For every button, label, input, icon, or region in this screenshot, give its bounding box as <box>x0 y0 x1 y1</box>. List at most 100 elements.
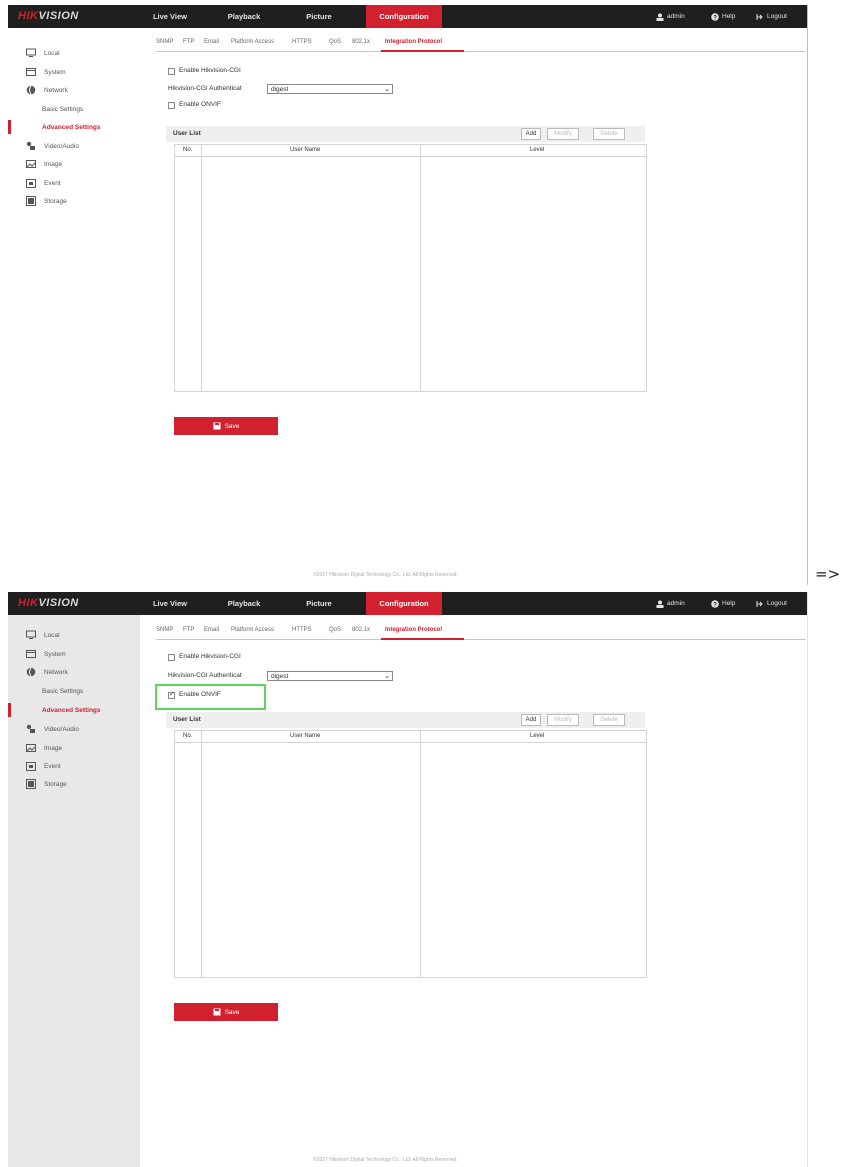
enable-cgi-checkbox[interactable] <box>168 654 175 661</box>
cgi-auth-select[interactable]: digest ⌄ <box>267 84 393 94</box>
column-user-name: User Name <box>290 733 321 739</box>
brand-logo: HIKVISION <box>18 597 79 609</box>
tab-email[interactable]: Email <box>204 39 219 45</box>
sidebar-item-network[interactable]: Network <box>8 665 140 679</box>
sidebar-item-advanced-settings[interactable]: Advanced Settings <box>8 120 140 134</box>
help-link[interactable]: ? Help <box>711 5 735 28</box>
sidebar-item-video-audio[interactable]: Video/Audio <box>8 139 140 153</box>
svg-text:?: ? <box>713 15 717 21</box>
video-audio-icon <box>26 141 35 150</box>
nav-playback[interactable]: Playback <box>222 592 266 615</box>
system-icon <box>26 68 36 76</box>
user-list-header: User List Add Modify Delete <box>166 126 645 142</box>
storage-icon <box>26 196 36 206</box>
sidebar-item-system[interactable]: System <box>8 65 140 79</box>
enable-onvif-checkbox[interactable] <box>168 690 175 699</box>
help-link[interactable]: ? Help <box>711 592 735 615</box>
enable-cgi-label: Enable Hikvision-CGI <box>179 653 241 660</box>
enable-cgi-checkbox[interactable] <box>168 68 175 75</box>
logout-link[interactable]: Logout <box>756 592 787 615</box>
nav-live-view[interactable]: Live View <box>150 592 190 615</box>
help-icon: ? <box>711 599 719 608</box>
monitor-icon <box>26 630 36 639</box>
sub-tab-bar: SNMP FTP Email Platform Access HTTPS QoS… <box>156 38 806 52</box>
sidebar-item-event[interactable]: Event <box>8 176 140 190</box>
save-button[interactable]: Save <box>174 417 278 435</box>
delete-button[interactable]: Delete <box>593 128 625 140</box>
svg-text:?: ? <box>713 602 717 608</box>
enable-onvif-checkbox[interactable] <box>168 102 175 109</box>
nav-playback[interactable]: Playback <box>222 5 266 28</box>
chevron-down-icon: ⌄ <box>384 673 390 680</box>
tab-snmp[interactable]: SNMP <box>156 39 173 45</box>
sidebar-item-image[interactable]: Image <box>8 741 140 755</box>
nav-configuration[interactable]: Configuration <box>366 592 442 615</box>
add-button[interactable]: Add <box>521 714 541 726</box>
tab-qos[interactable]: QoS <box>329 627 341 633</box>
tab-ftp[interactable]: FTP <box>183 39 194 45</box>
add-button[interactable]: Add <box>521 128 541 140</box>
tab-email[interactable]: Email <box>204 627 219 633</box>
calendar-icon <box>26 179 36 188</box>
active-tab-underline <box>381 50 464 52</box>
user-menu[interactable]: admin <box>656 592 685 615</box>
user-menu[interactable]: admin <box>656 5 685 28</box>
sidebar-item-local[interactable]: Local <box>8 628 140 642</box>
column-no: No. <box>183 147 193 153</box>
image-icon <box>26 744 36 752</box>
active-marker <box>8 703 11 717</box>
tab-8021x[interactable]: 802.1x <box>352 39 370 45</box>
chevron-down-icon: ⌄ <box>384 86 390 93</box>
save-button[interactable]: Save <box>174 1003 278 1021</box>
transition-arrow: => <box>815 565 841 583</box>
table-header: No. User Name Level <box>175 731 646 743</box>
delete-button[interactable]: Delete <box>593 714 625 726</box>
enable-onvif-label: Enable ONVIF <box>179 691 221 698</box>
sidebar-item-storage[interactable]: Storage <box>8 777 140 791</box>
sub-tab-bar: SNMP FTP Email Platform Access HTTPS QoS… <box>156 626 806 640</box>
tab-https[interactable]: HTTPS <box>292 627 312 633</box>
nav-configuration[interactable]: Configuration <box>366 5 442 28</box>
sidebar-item-local[interactable]: Local <box>8 46 140 60</box>
system-icon <box>26 650 36 658</box>
enable-cgi-label: Enable Hikvision-CGI <box>179 67 241 74</box>
nav-live-view[interactable]: Live View <box>150 5 190 28</box>
brand-logo: HIKVISION <box>18 10 79 22</box>
cgi-auth-label: Hikvision-CGI Authenticat <box>168 85 242 92</box>
tab-platform-access[interactable]: Platform Access <box>231 627 274 633</box>
enable-onvif-label: Enable ONVIF <box>179 101 221 108</box>
nav-picture[interactable]: Picture <box>301 5 337 28</box>
user-list-table: No. User Name Level <box>174 730 647 978</box>
user-list-title: User List <box>173 130 201 137</box>
sidebar-item-image[interactable]: Image <box>8 157 140 171</box>
tab-platform-access[interactable]: Platform Access <box>231 39 274 45</box>
sidebar-item-storage[interactable]: Storage <box>8 194 140 208</box>
sidebar-item-basic-settings[interactable]: Basic Settings <box>8 684 140 698</box>
sidebar-item-network[interactable]: Network <box>8 83 140 97</box>
tab-snmp[interactable]: SNMP <box>156 627 173 633</box>
tab-https[interactable]: HTTPS <box>292 39 312 45</box>
sidebar-item-advanced-settings[interactable]: Advanced Settings <box>8 703 140 717</box>
tab-ftp[interactable]: FTP <box>183 627 194 633</box>
sidebar: Local System Network Basic Settings Adva… <box>8 615 140 1167</box>
logout-link[interactable]: Logout <box>756 5 787 28</box>
user-list-title: User List <box>173 716 201 723</box>
table-header: No. User Name Level <box>175 145 646 157</box>
sidebar-item-video-audio[interactable]: Video/Audio <box>8 722 140 736</box>
calendar-icon <box>26 762 36 771</box>
screenshot-before: HIKVISION Live View Playback Picture Con… <box>8 5 808 585</box>
tab-qos[interactable]: QoS <box>329 39 341 45</box>
modify-button[interactable]: Modify <box>547 128 579 140</box>
modify-button[interactable]: Modify <box>547 714 579 726</box>
tab-integration-protocol[interactable]: Integration Protocol <box>385 39 442 45</box>
sidebar-item-system[interactable]: System <box>8 647 140 661</box>
tab-8021x[interactable]: 802.1x <box>352 627 370 633</box>
tab-integration-protocol[interactable]: Integration Protocol <box>385 627 442 633</box>
sidebar-item-event[interactable]: Event <box>8 759 140 773</box>
column-level: Level <box>530 733 545 739</box>
cgi-auth-select[interactable]: digest ⌄ <box>267 671 393 681</box>
monitor-icon <box>26 48 36 57</box>
sidebar-item-basic-settings[interactable]: Basic Settings <box>8 102 140 116</box>
video-audio-icon <box>26 724 35 733</box>
nav-picture[interactable]: Picture <box>301 592 337 615</box>
